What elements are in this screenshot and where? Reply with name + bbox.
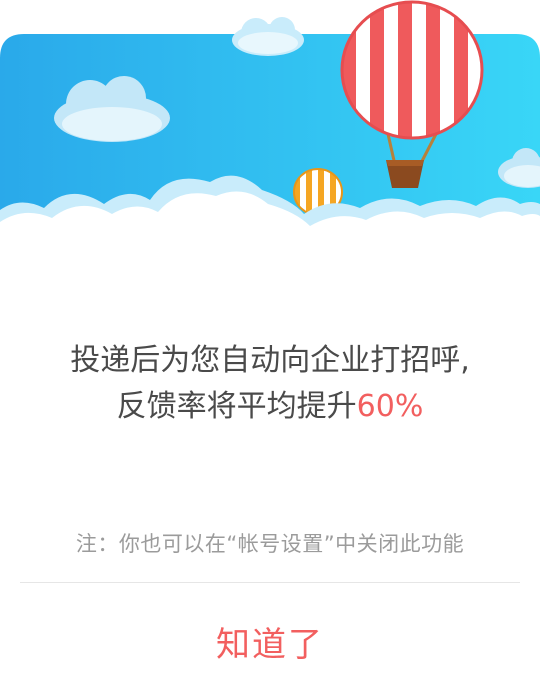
divider — [20, 582, 520, 583]
feedback-rate-highlight: 60% — [356, 389, 424, 424]
cloud-icon — [232, 17, 304, 56]
sky-banner — [0, 0, 540, 270]
message-line-2-prefix: 反馈率将平均提升 — [116, 389, 357, 424]
notice-dialog: 投递后为您自动向企业打招呼, 反馈率将平均提升60% 注：你也可以在“帐号设置”… — [0, 0, 540, 700]
message-text: 投递后为您自动向企业打招呼, 反馈率将平均提升60% — [0, 338, 540, 430]
message-line-2: 反馈率将平均提升60% — [0, 384, 540, 430]
message-line-1: 投递后为您自动向企业打招呼, — [70, 343, 470, 378]
note-text: 注：你也可以在“帐号设置”中关闭此功能 — [75, 532, 465, 556]
confirm-button[interactable]: 知道了 — [0, 586, 540, 696]
